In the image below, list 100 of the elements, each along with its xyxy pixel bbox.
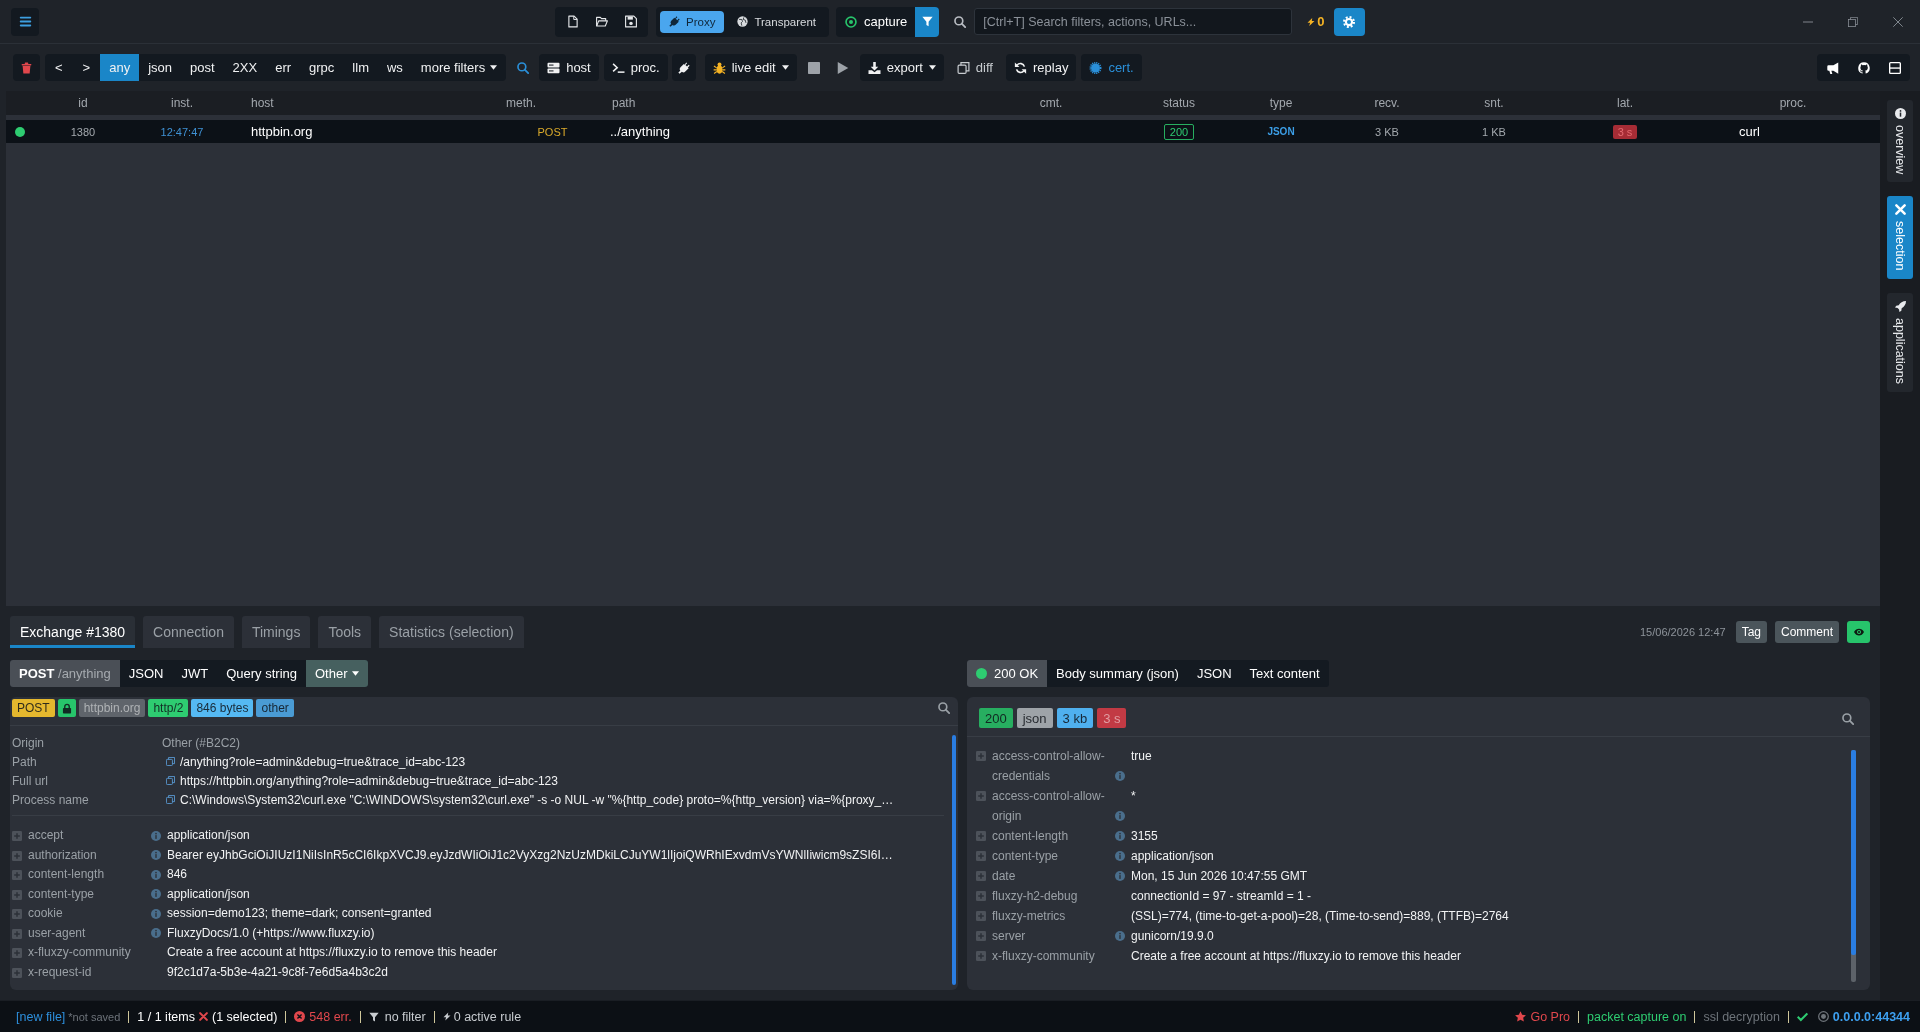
column-header[interactable]: lat. xyxy=(1617,96,1633,110)
mode-tab[interactable]: Proxy xyxy=(660,10,725,33)
plus-square-icon[interactable] xyxy=(976,831,986,841)
clear-selection-icon[interactable] xyxy=(199,1012,208,1021)
plus-square-icon[interactable] xyxy=(12,909,22,919)
scrollbar-thumb[interactable] xyxy=(952,735,956,985)
plus-square-icon[interactable] xyxy=(12,948,22,958)
column-header[interactable]: host xyxy=(238,96,274,110)
info-icon[interactable] xyxy=(151,869,161,880)
menu-button[interactable] xyxy=(11,7,39,36)
view-tab[interactable]: JSON xyxy=(1187,660,1241,687)
column-header[interactable]: proc. xyxy=(1779,96,1807,110)
status-toggle[interactable]: ssl decryption xyxy=(1703,1009,1780,1024)
plus-square-icon[interactable] xyxy=(976,911,986,921)
sidebar-tab[interactable]: applications xyxy=(1887,292,1913,392)
certificate-button[interactable]: cert. xyxy=(1081,54,1142,81)
comment-button[interactable]: Comment xyxy=(1775,621,1839,643)
filter-button[interactable] xyxy=(915,6,940,37)
sidebar-tab[interactable]: selection xyxy=(1887,196,1913,279)
plus-square-icon[interactable] xyxy=(12,870,22,880)
column-header[interactable]: meth. xyxy=(500,96,536,110)
capture-button[interactable]: capture xyxy=(836,6,916,37)
column-header[interactable]: type xyxy=(1269,96,1293,110)
plus-square-icon[interactable] xyxy=(976,931,986,941)
info-icon[interactable] xyxy=(151,928,161,938)
alerts-button[interactable]: 0 xyxy=(1306,7,1326,36)
column-header[interactable]: id xyxy=(78,96,88,110)
info-icon[interactable] xyxy=(1115,851,1125,861)
plug-button[interactable] xyxy=(671,54,696,81)
detail-tab[interactable]: Statistics (selection) xyxy=(379,616,524,648)
search-icon[interactable] xyxy=(1842,713,1854,725)
settings-button[interactable] xyxy=(1333,7,1365,36)
detail-tab[interactable]: Exchange #1380 xyxy=(10,616,136,648)
filter-tab[interactable]: ws xyxy=(377,54,412,81)
previous-button[interactable]: < xyxy=(45,54,73,81)
info-icon[interactable] xyxy=(1115,811,1125,821)
column-header[interactable]: snt. xyxy=(1484,96,1504,110)
info-icon[interactable] xyxy=(151,850,161,860)
filter-tab[interactable]: any xyxy=(100,54,140,81)
info-icon[interactable] xyxy=(151,830,161,841)
view-tab[interactable]: 200 OK xyxy=(967,660,1048,687)
detail-tab[interactable]: Timings xyxy=(241,616,311,648)
replay-button[interactable]: replay xyxy=(1005,54,1077,81)
copy-icon[interactable] xyxy=(166,795,175,804)
visibility-button[interactable] xyxy=(1847,621,1870,643)
view-tab[interactable]: Text content xyxy=(1240,660,1329,687)
view-tab[interactable]: Query string xyxy=(217,660,306,687)
filter-tab[interactable]: post xyxy=(181,54,224,81)
view-dropdown[interactable]: Other xyxy=(306,660,368,687)
info-icon[interactable] xyxy=(1115,831,1125,841)
process-button[interactable]: proc. xyxy=(603,54,668,81)
rule-count[interactable]: 0 active rule xyxy=(453,1009,522,1024)
plus-square-icon[interactable] xyxy=(976,951,986,961)
plus-square-icon[interactable] xyxy=(976,751,986,761)
info-icon[interactable] xyxy=(151,889,161,899)
filter-state[interactable]: no filter xyxy=(384,1009,426,1024)
filter-tab[interactable]: llm xyxy=(343,54,378,81)
filter-tab[interactable]: 2XX xyxy=(223,54,267,81)
plus-square-icon[interactable] xyxy=(976,791,986,801)
file-link[interactable]: [new file] xyxy=(16,1009,66,1024)
more-filters-button[interactable]: more filters xyxy=(411,54,507,81)
info-icon[interactable] xyxy=(151,908,161,919)
plus-square-icon[interactable] xyxy=(12,850,22,861)
filter-tab[interactable]: json xyxy=(139,54,181,81)
detail-tab[interactable]: Connection xyxy=(143,616,234,648)
live-edit-button[interactable]: live edit xyxy=(704,54,797,81)
host-button[interactable]: host xyxy=(539,54,599,81)
go-pro-link[interactable]: Go Pro xyxy=(1530,1009,1571,1024)
error-count[interactable]: 548 err. xyxy=(309,1009,352,1024)
copy-icon[interactable] xyxy=(166,757,175,766)
search-field[interactable]: [Ctrl+T] Search filters, actions, URLs... xyxy=(974,8,1293,35)
export-button[interactable]: export xyxy=(859,54,944,81)
search-icon[interactable] xyxy=(938,702,950,714)
detail-tab[interactable]: Tools xyxy=(318,616,372,648)
column-header[interactable]: path xyxy=(605,96,636,110)
sidebar-tab[interactable]: overview xyxy=(1887,100,1913,183)
delete-button[interactable] xyxy=(13,54,40,81)
view-tab[interactable]: POST /anything xyxy=(10,660,120,687)
view-tab[interactable]: JWT xyxy=(172,660,218,687)
plus-square-icon[interactable] xyxy=(12,967,22,978)
view-tab[interactable]: JSON xyxy=(119,660,173,687)
plus-square-icon[interactable] xyxy=(976,891,986,901)
filter-tab[interactable]: grpc xyxy=(300,54,344,81)
plus-square-icon[interactable] xyxy=(12,831,22,841)
next-button[interactable]: > xyxy=(72,54,101,81)
column-header[interactable]: status xyxy=(1163,96,1195,110)
info-icon[interactable] xyxy=(1115,871,1125,881)
column-header[interactable]: inst. xyxy=(171,96,193,110)
plus-square-icon[interactable] xyxy=(12,889,22,900)
plus-square-icon[interactable] xyxy=(976,871,986,881)
info-icon[interactable] xyxy=(1115,771,1125,781)
column-header[interactable]: recv. xyxy=(1374,96,1400,110)
copy-icon[interactable] xyxy=(166,776,175,785)
column-header[interactable]: cmt. xyxy=(1039,96,1063,110)
mode-tab[interactable]: Transparent xyxy=(728,10,825,33)
plus-square-icon[interactable] xyxy=(976,851,986,861)
plus-square-icon[interactable] xyxy=(12,928,22,939)
diff-button[interactable]: diff xyxy=(948,54,1001,81)
tag-button[interactable]: Tag xyxy=(1735,621,1767,643)
status-toggle[interactable]: packet capture on xyxy=(1587,1009,1687,1024)
